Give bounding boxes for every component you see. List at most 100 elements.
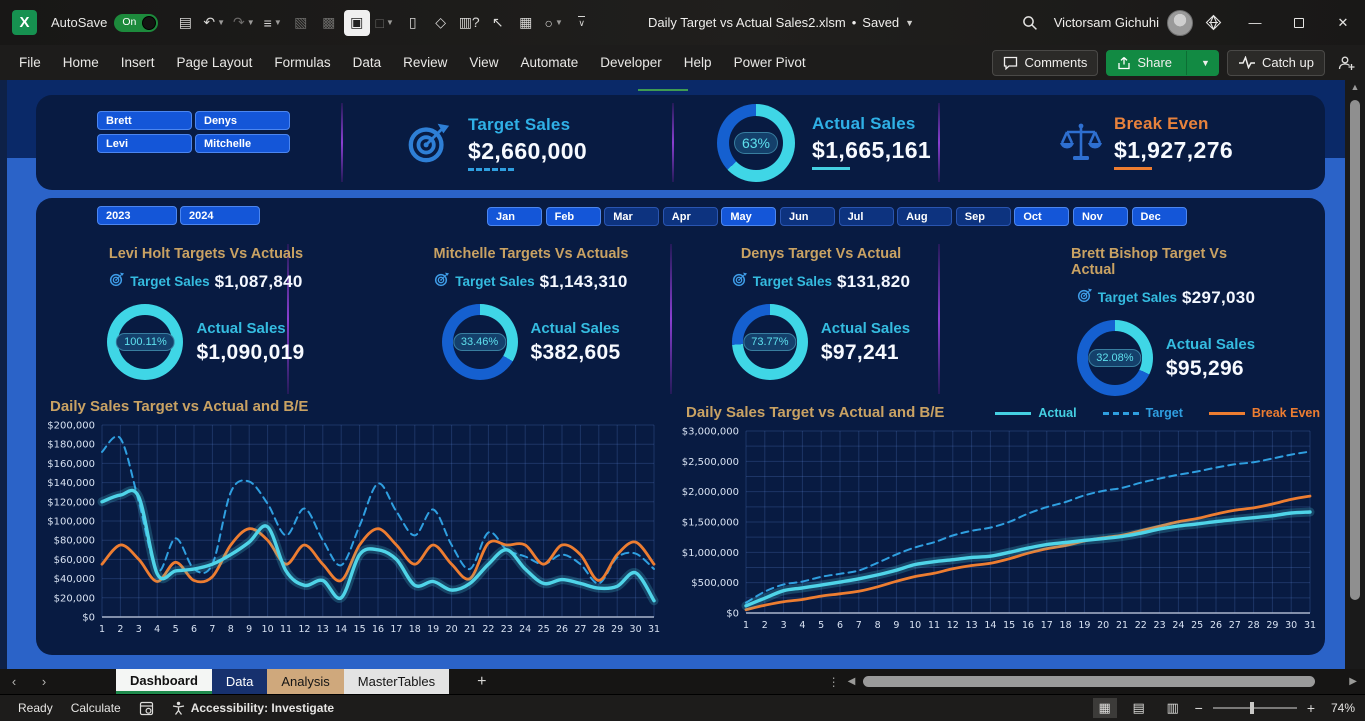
chart-help-icon[interactable]: ▥? — [456, 10, 483, 36]
select-cursor-icon[interactable]: ↖ — [485, 10, 511, 36]
ribbon-tab-developer[interactable]: Developer — [589, 45, 673, 80]
sheet-tab-mastertables[interactable]: MasterTables — [344, 669, 449, 694]
ribbon-tab-help[interactable]: Help — [673, 45, 723, 80]
slicer-denys[interactable]: Denys — [195, 111, 290, 130]
ribbon-tab-power-pivot[interactable]: Power Pivot — [723, 45, 817, 80]
slicer-month-oct[interactable]: Oct — [1014, 207, 1069, 226]
svg-text:31: 31 — [1304, 620, 1316, 631]
group-objects-icon[interactable]: □▼ — [372, 10, 398, 36]
vertical-scroll-thumb[interactable] — [1350, 100, 1360, 600]
document-title[interactable]: Daily Target vs Actual Sales2.xlsm • Sav… — [648, 0, 914, 45]
zoom-slider[interactable] — [1213, 707, 1297, 709]
vertical-scrollbar[interactable]: ▲ — [1345, 80, 1365, 669]
zoom-out-button[interactable]: − — [1195, 700, 1203, 716]
ribbon-tab-home[interactable]: Home — [52, 45, 110, 80]
person-panel: Denys Target Vs ActualTarget Sales$131,8… — [696, 246, 946, 380]
ribbon-tab-file[interactable]: File — [8, 45, 52, 80]
bring-forward-icon[interactable]: ▧ — [288, 10, 314, 36]
horizontal-scrollbar[interactable]: ⋮ ◀ ▶ — [828, 672, 1357, 691]
svg-text:23: 23 — [501, 624, 513, 635]
slicer-month-dec[interactable]: Dec — [1132, 207, 1187, 226]
ribbon-tab-review[interactable]: Review — [392, 45, 458, 80]
slicer-mitchelle[interactable]: Mitchelle — [195, 134, 290, 153]
slicer-month-nov[interactable]: Nov — [1073, 207, 1128, 226]
eraser-icon[interactable]: ◇ — [428, 10, 454, 36]
ribbon-tab-insert[interactable]: Insert — [110, 45, 166, 80]
slicer-month-sep[interactable]: Sep — [956, 207, 1011, 226]
slicer-month-apr[interactable]: Apr — [663, 207, 718, 226]
scroll-right-icon[interactable]: ▶ — [1349, 676, 1357, 687]
share-button[interactable]: Share ▼ — [1106, 50, 1219, 76]
send-backward-icon[interactable]: ▩ — [316, 10, 342, 36]
outline-list-icon[interactable]: ≡▼ — [260, 10, 286, 36]
slicer-levi[interactable]: Levi — [97, 134, 192, 153]
scroll-up-icon[interactable]: ▲ — [1345, 82, 1365, 92]
slicer-month-jul[interactable]: Jul — [839, 207, 894, 226]
add-person-icon[interactable] — [1333, 50, 1359, 76]
slicer-year-2023[interactable]: 2023 — [97, 206, 177, 225]
page-layout-view-icon[interactable]: ▤ — [1127, 698, 1151, 718]
minimize-button[interactable]: — — [1233, 0, 1277, 45]
scroll-left-icon[interactable]: ◀ — [848, 676, 856, 687]
sheet-tab-data[interactable]: Data — [212, 669, 267, 694]
search-icon[interactable] — [1010, 0, 1050, 45]
sheet-nav-left-icon[interactable]: ‹ — [0, 674, 28, 689]
horizontal-scroll-thumb[interactable] — [863, 676, 1315, 687]
sheet-tab-analysis[interactable]: Analysis — [267, 669, 343, 694]
avatar[interactable] — [1167, 10, 1193, 36]
autosave-toggle-knob — [142, 16, 156, 30]
panel-target-row: Target Sales$131,820 — [732, 271, 911, 292]
slicer-month-mar[interactable]: Mar — [604, 207, 659, 226]
slicer-year-2024[interactable]: 2024 — [180, 206, 260, 225]
zoom-in-button[interactable]: + — [1307, 700, 1315, 716]
excel-window: X AutoSave On ▤↶▼↷▼≡▼▧▩▣□▼▯◇▥?↖▦○▼∨ Dail… — [0, 0, 1365, 721]
maximize-button[interactable] — [1277, 0, 1321, 45]
ribbon-tab-page-layout[interactable]: Page Layout — [166, 45, 264, 80]
sheet-nav-right-icon[interactable]: › — [30, 674, 58, 689]
zoom-slider-thumb[interactable] — [1250, 702, 1254, 714]
svg-text:24: 24 — [1172, 620, 1184, 631]
accessibility-status[interactable]: Accessibility: Investigate — [172, 701, 334, 715]
svg-text:4: 4 — [154, 624, 160, 635]
calculate-status[interactable]: Calculate — [71, 701, 121, 715]
ribbon-tab-formulas[interactable]: Formulas — [263, 45, 341, 80]
scrollbar-splitter-icon[interactable]: ⋮ — [828, 675, 840, 689]
redo-icon[interactable]: ↷▼ — [230, 10, 258, 36]
autosave-toggle[interactable]: On — [114, 14, 158, 32]
undo-icon[interactable]: ↶▼ — [200, 10, 228, 36]
slicer-month-may[interactable]: May — [721, 207, 776, 226]
macro-record-icon[interactable] — [139, 701, 154, 716]
designer-diamond-icon[interactable] — [1193, 0, 1233, 45]
slicer-month-aug[interactable]: Aug — [897, 207, 952, 226]
svg-text:9: 9 — [893, 620, 899, 631]
save-icon[interactable]: ▤ — [172, 10, 198, 36]
sheet-tab-dashboard[interactable]: Dashboard — [116, 669, 212, 694]
customize-qat-icon[interactable]: ∨ — [569, 10, 595, 36]
ribbon-tab-automate[interactable]: Automate — [509, 45, 589, 80]
slicer-brett[interactable]: Brett — [97, 111, 192, 130]
catch-up-button[interactable]: Catch up — [1227, 50, 1325, 76]
close-button[interactable]: ✕ — [1321, 0, 1365, 45]
panel-target-label: Target Sales — [753, 274, 832, 289]
slicer-month-jun[interactable]: Jun — [780, 207, 835, 226]
shapes-icon[interactable]: ○▼ — [541, 10, 567, 36]
svg-text:20: 20 — [1097, 620, 1109, 631]
daily-chart[interactable]: Daily Sales Target vs Actual and B/E $0$… — [46, 398, 664, 650]
svg-text:19: 19 — [427, 624, 439, 635]
ribbon-tab-data[interactable]: Data — [342, 45, 393, 80]
comments-button[interactable]: Comments — [992, 50, 1098, 76]
comments-label: Comments — [1024, 55, 1087, 70]
cumulative-chart[interactable]: Daily Sales Target vs Actual and B/E Act… — [682, 404, 1322, 650]
select-objects-icon[interactable]: ▣ — [344, 10, 370, 36]
page-break-view-icon[interactable]: ▥ — [1161, 698, 1185, 718]
new-file-icon[interactable]: ▯ — [400, 10, 426, 36]
break-even-kpi: Break Even $1,927,276 — [1114, 114, 1233, 170]
form-properties-icon[interactable]: ▦ — [513, 10, 539, 36]
add-sheet-button[interactable]: + — [477, 673, 486, 691]
svg-text:4: 4 — [799, 620, 805, 631]
share-dropdown-icon[interactable]: ▼ — [1193, 58, 1218, 68]
slicer-month-jan[interactable]: Jan — [487, 207, 542, 226]
normal-view-icon[interactable]: ▦ — [1093, 698, 1117, 718]
ribbon-tab-view[interactable]: View — [458, 45, 509, 80]
slicer-month-feb[interactable]: Feb — [546, 207, 601, 226]
